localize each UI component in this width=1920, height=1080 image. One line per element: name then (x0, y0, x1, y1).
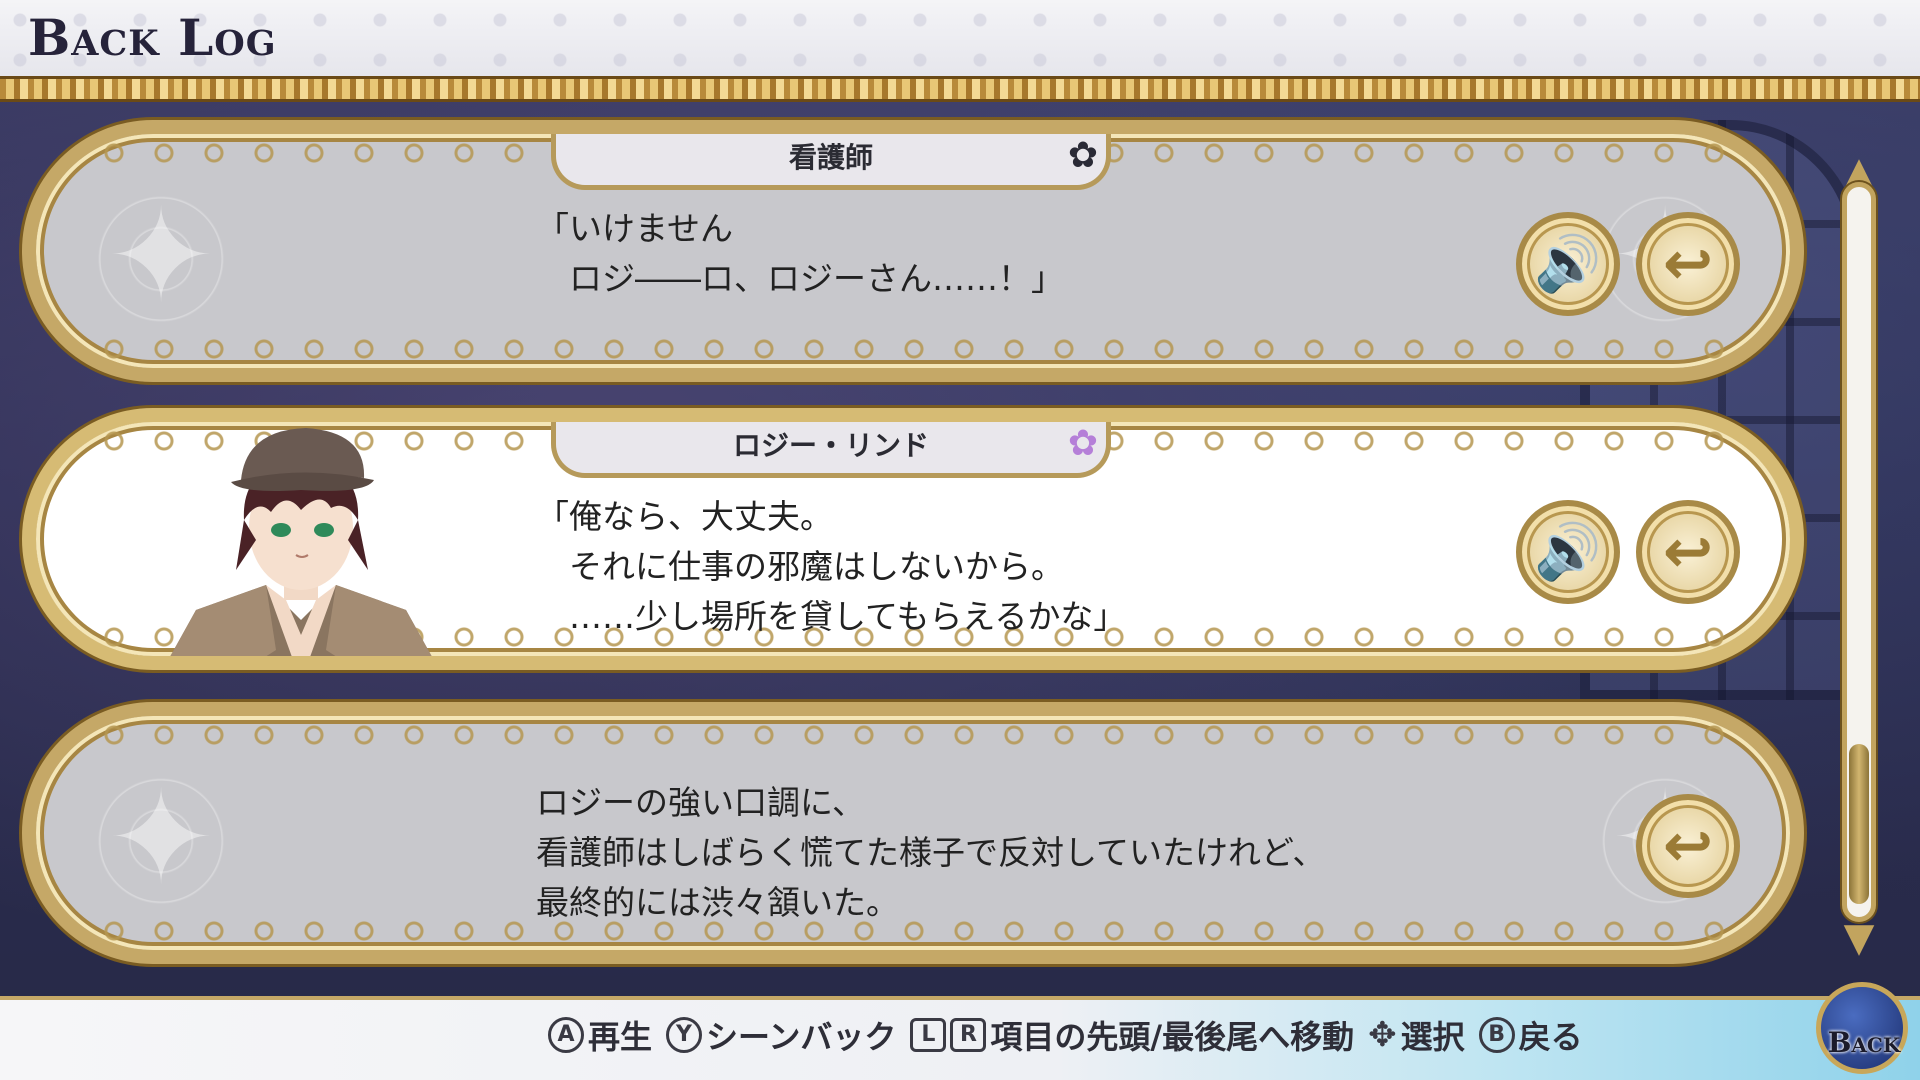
scroll-ornament (96, 336, 1730, 362)
return-arrow-icon: ↩ (1662, 517, 1714, 587)
log-scrollbar[interactable]: ▲ ▼ (1836, 152, 1882, 958)
return-arrow-icon: ↩ (1662, 811, 1714, 881)
scene-jump-button[interactable]: ↩ (1636, 794, 1740, 898)
speaker-name: ロジー・リンド (732, 429, 929, 462)
hint-return: B 戻る (1478, 1012, 1583, 1058)
speaker-name: 看護師 (788, 141, 873, 174)
page-title: Back Log (28, 8, 277, 67)
speaker-icon: 🔊 (1534, 232, 1602, 295)
scene-jump-button[interactable]: ↩ (1636, 212, 1740, 316)
scene-jump-button[interactable]: ↩ (1636, 500, 1740, 604)
voice-replay-button[interactable]: 🔊 (1516, 500, 1620, 604)
dialogue-text: 「俺なら、大丈夫。 それに仕事の邪魔はしないから。 ……少し場所を貸してもらえる… (536, 497, 1127, 636)
character-portrait (116, 422, 476, 656)
log-entry[interactable]: 看護師 ✿ 「いけません ロジ――ロ、ロジーさん……！」 🔊 ↩ (22, 120, 1804, 382)
rose-icon: ✿ (1067, 423, 1098, 464)
header-ornament-border (0, 76, 1920, 102)
back-button[interactable]: Back (1812, 976, 1916, 1076)
hint-label: 項目の先頭/最後尾へ移動 (990, 1018, 1355, 1056)
dialogue-text: 「いけません ロジ――ロ、ロジーさん……！」 (536, 209, 1064, 298)
scroll-thumb[interactable] (1849, 744, 1869, 904)
hint-play: A 再生 (548, 1012, 652, 1058)
character-portrait-illustration (170, 428, 432, 656)
back-button-label: Back (1827, 1026, 1901, 1059)
narration-text: ロジーの強い口調に、 看護師はしばらく慌てた様子で反対していたけれど、 最終的に… (536, 783, 1326, 922)
compass-emblem-icon (76, 174, 246, 344)
header-bar: Back Log (0, 0, 1920, 76)
hint-label: 再生 (588, 1018, 653, 1056)
hint-jump-ends: L R 項目の先頭/最後尾へ移動 (910, 1012, 1354, 1058)
dpad-icon: ✥ (1368, 1015, 1397, 1055)
speaker-nameplate: 看護師 ✿ (551, 134, 1111, 190)
hint-label: シーンバック (706, 1018, 897, 1056)
log-entry-active[interactable]: ロジー・リンド ✿ 「俺なら、大丈夫。 それに仕事の邪魔はしないから。 ……少し… (22, 408, 1804, 670)
voice-replay-button[interactable]: 🔊 (1516, 212, 1620, 316)
hint-label: 選択 (1400, 1018, 1465, 1056)
scroll-ornament (96, 722, 1730, 748)
speaker-icon: 🔊 (1534, 520, 1602, 583)
button-a-icon: A (548, 1017, 584, 1053)
control-hint-bar: A 再生 Y シーンバック L R 項目の先頭/最後尾へ移動 ✥ 選択 B 戻る (0, 996, 1920, 1080)
button-r-icon: R (950, 1018, 987, 1052)
return-arrow-icon: ↩ (1662, 229, 1714, 299)
button-b-icon: B (1478, 1017, 1515, 1053)
log-entry[interactable]: ロジーの強い口調に、 看護師はしばらく慌てた様子で反対していたけれど、 最終的に… (22, 702, 1804, 964)
button-y-icon: Y (666, 1017, 703, 1053)
scroll-down-arrow-icon[interactable]: ▼ (1836, 918, 1882, 958)
rose-icon: ✿ (1067, 135, 1098, 176)
hint-label: 戻る (1518, 1018, 1583, 1056)
speaker-nameplate: ロジー・リンド ✿ (551, 422, 1111, 478)
hint-scene-back: Y シーンバック (666, 1012, 896, 1058)
compass-emblem-icon (76, 756, 246, 926)
button-l-icon: L (910, 1018, 947, 1052)
hint-select: ✥ 選択 (1368, 1012, 1465, 1058)
control-hints: A 再生 Y シーンバック L R 項目の先頭/最後尾へ移動 ✥ 選択 B 戻る (548, 1012, 1583, 1058)
